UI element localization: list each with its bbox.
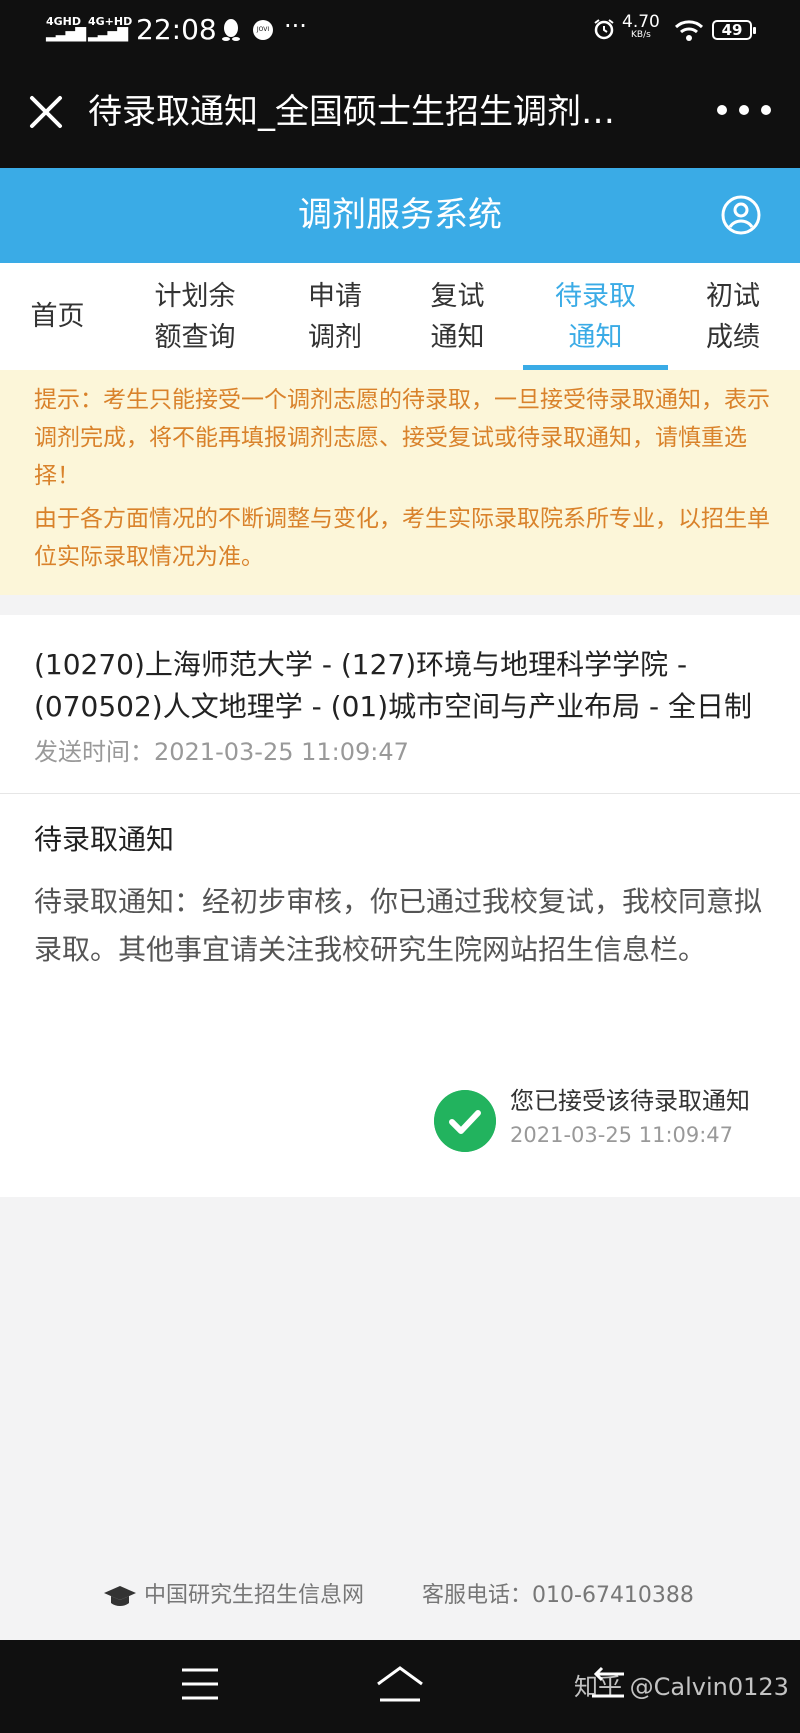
tab-label: 通知 (430, 321, 485, 353)
site-name[interactable]: 中国研究生招生信息网 (144, 1570, 364, 1622)
browser-title-bar: 待录取通知_全国硕士生招生调剂… (0, 60, 800, 168)
program-title: (10270)上海师范大学 - (127)环境与地理科学学院 - (070502… (34, 648, 753, 723)
tab-apply-adjustment[interactable]: 申请 调剂 (280, 263, 390, 370)
signal-bars-icon: ▂▃▅▇ (88, 26, 128, 42)
tab-label: 调剂 (308, 321, 362, 353)
signal-sim2: 4G+HD ▂▃▅▇ (88, 16, 132, 42)
phone-label: 客服电话： (422, 1583, 533, 1608)
wifi-icon (674, 20, 704, 41)
tab-label: 成绩 (706, 321, 760, 353)
signal-sim1: 4GHD ▂▃▅▇ (46, 16, 86, 42)
tab-pending-admission[interactable]: 待录取 通知 (523, 263, 668, 370)
accepted-check-icon (434, 1090, 496, 1152)
tab-label: 首页 (30, 301, 85, 332)
phone-number[interactable]: 010-67410388 (532, 1583, 694, 1608)
speed-value: 4.70 (622, 12, 660, 32)
accepted-time: 2021-03-25 11:09:47 (510, 1123, 734, 1147)
signal-bars-icon: ▂▃▅▇ (46, 26, 86, 42)
tab-retest-notice[interactable]: 复试 通知 (400, 263, 515, 370)
graduation-cap-logo-icon (104, 1586, 136, 1606)
clock: 22:08 (136, 13, 217, 46)
site-footer: 中国研究生招生信息网 客服电话：010-67410388 (0, 1570, 800, 1622)
service-phone: 客服电话：010-67410388 (422, 1570, 694, 1622)
tab-quota-query[interactable]: 计划余 额查询 (135, 263, 255, 370)
tab-label: 复试 (430, 280, 485, 312)
tab-label: 申请 (308, 280, 362, 312)
tab-label: 额查询 (154, 321, 236, 353)
notice-paragraph-1: 提示：考生只能接受一个调剂志愿的待录取，一旦接受待录取通知，表示调剂完成，将不能… (34, 387, 770, 489)
system-nav-bar: 知乎 @Calvin0123 (0, 1640, 800, 1733)
tab-label: 初试 (706, 280, 760, 312)
network-speed: 4.70 KB/s (622, 12, 660, 41)
close-icon[interactable] (24, 90, 68, 134)
alarm-icon (594, 19, 614, 40)
notice-body: 待录取通知：经初步审核，你已通过我校复试，我校同意拟录取。其他事宜请关注我校研究… (34, 885, 763, 966)
home-icon[interactable] (374, 1664, 426, 1704)
menu-icon[interactable] (180, 1666, 220, 1702)
sent-time: 发送时间：2021-03-25 11:09:47 (34, 734, 409, 770)
battery-icon: 49 (712, 20, 756, 40)
tab-initial-scores[interactable]: 初试 成绩 (678, 263, 788, 370)
accepted-status: 您已接受该待录取通知 (510, 1087, 750, 1115)
jovi-notification-icon: JOVI (253, 20, 273, 40)
more-options-icon[interactable] (714, 100, 774, 120)
app-header: 调剂服务系统 (0, 168, 800, 263)
warning-notice: 提示：考生只能接受一个调剂志愿的待录取，一旦接受待录取通知，表示调剂完成，将不能… (0, 370, 800, 595)
page-title: 待录取通知_全国硕士生招生调剂… (88, 92, 615, 132)
zhihu-watermark: 知乎 @Calvin0123 (574, 1673, 789, 1701)
tab-home[interactable]: 首页 (0, 263, 115, 370)
notice-heading: 待录取通知 (34, 823, 175, 856)
sent-time-label: 发送时间： (34, 738, 154, 766)
qq-notification-icon (222, 19, 240, 41)
tab-label: 计划余 (154, 280, 236, 312)
admission-program-card: (10270)上海师范大学 - (127)环境与地理科学学院 - (070502… (0, 615, 800, 794)
tab-bar: 首页 计划余额查询 申请调剂 复试通知 待录取通知 初试成绩 (0, 263, 800, 370)
status-bar: 4GHD ▂▃▅▇ 4G+HD ▂▃▅▇ 22:08 JOVI ··· 4.70 KB… (0, 0, 800, 60)
more-notifications-icon: ··· (284, 12, 307, 40)
sent-time-value: 2021-03-25 11:09:47 (154, 738, 409, 766)
notice-paragraph-2: 由于各方面情况的不断调整与变化，考生实际录取院系所专业，以招生单位实际录取情况为… (34, 506, 770, 570)
tab-label: 通知 (568, 321, 623, 353)
tab-label: 待录取 (555, 280, 636, 312)
notice-detail-card: 待录取通知 待录取通知：经初步审核，你已通过我校复试，我校同意拟录取。其他事宜请… (0, 794, 800, 1197)
user-icon[interactable] (720, 194, 762, 236)
app-name: 调剂服务系统 (298, 195, 502, 235)
